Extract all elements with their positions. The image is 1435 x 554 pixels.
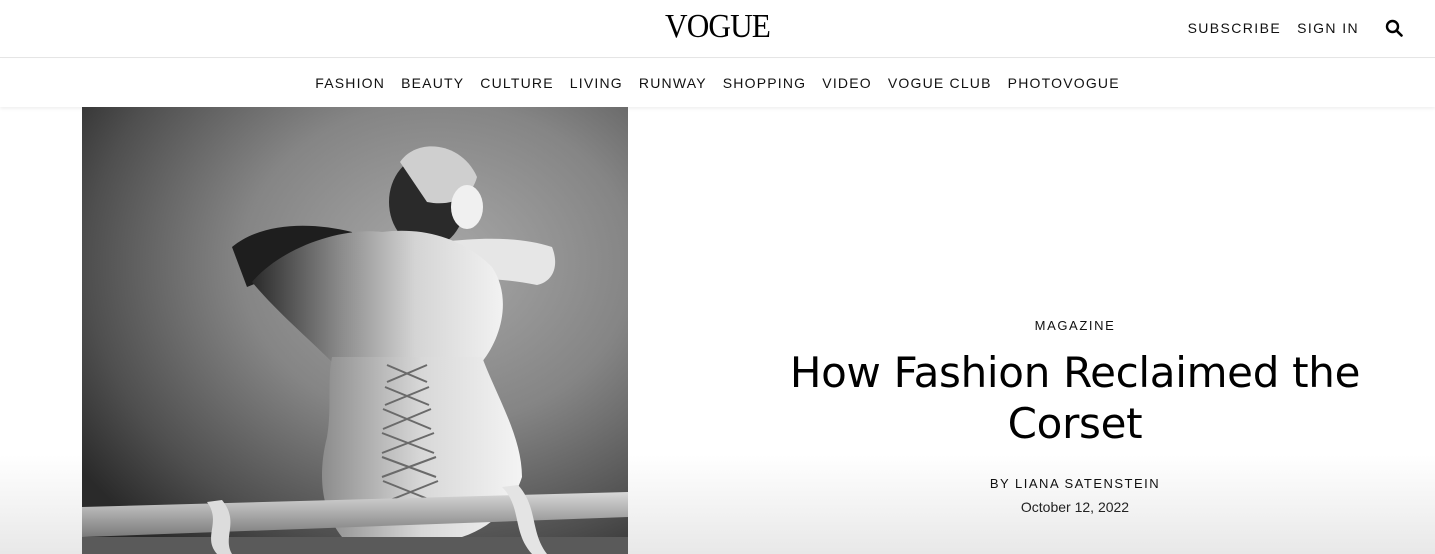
byline-prefix: BY bbox=[989, 476, 1010, 491]
main-navigation: FASHION BEAUTY CULTURE LIVING RUNWAY SHO… bbox=[0, 59, 1435, 107]
corset-photograph bbox=[82, 107, 628, 554]
article-headline: How Fashion Reclaimed the Corset bbox=[789, 348, 1361, 448]
search-icon bbox=[1385, 19, 1403, 37]
author-link[interactable]: LIANA SATENSTEIN bbox=[1015, 476, 1160, 491]
nav-item-video[interactable]: VIDEO bbox=[822, 75, 872, 91]
hero-photo[interactable] bbox=[82, 107, 628, 554]
publish-date: October 12, 2022 bbox=[1020, 499, 1130, 515]
nav-item-vogue-club[interactable]: VOGUE CLUB bbox=[888, 75, 992, 91]
vogue-logo[interactable]: VOGUE bbox=[57, 9, 1377, 45]
site-header: VOGUE SUBSCRIBE SIGN IN bbox=[0, 0, 1435, 58]
sign-in-link[interactable]: SIGN IN bbox=[1297, 20, 1359, 36]
article-header: MAGAZINE How Fashion Reclaimed the Corse… bbox=[760, 318, 1390, 515]
account-actions: SUBSCRIBE SIGN IN bbox=[1188, 17, 1405, 39]
nav-item-shopping[interactable]: SHOPPING bbox=[723, 75, 807, 91]
nav-item-runway[interactable]: RUNWAY bbox=[639, 75, 707, 91]
logo-text[interactable]: VOGUE bbox=[665, 9, 771, 45]
rubric-link[interactable]: MAGAZINE bbox=[760, 318, 1390, 333]
nav-item-beauty[interactable]: BEAUTY bbox=[401, 75, 464, 91]
nav-item-culture[interactable]: CULTURE bbox=[480, 75, 553, 91]
nav-item-living[interactable]: LIVING bbox=[570, 75, 623, 91]
subscribe-link[interactable]: SUBSCRIBE bbox=[1188, 20, 1282, 36]
byline: BY LIANA SATENSTEIN bbox=[760, 476, 1390, 491]
nav-item-photovogue[interactable]: PHOTOVOGUE bbox=[1008, 75, 1120, 91]
search-button[interactable] bbox=[1383, 17, 1405, 39]
nav-item-fashion[interactable]: FASHION bbox=[315, 75, 385, 91]
